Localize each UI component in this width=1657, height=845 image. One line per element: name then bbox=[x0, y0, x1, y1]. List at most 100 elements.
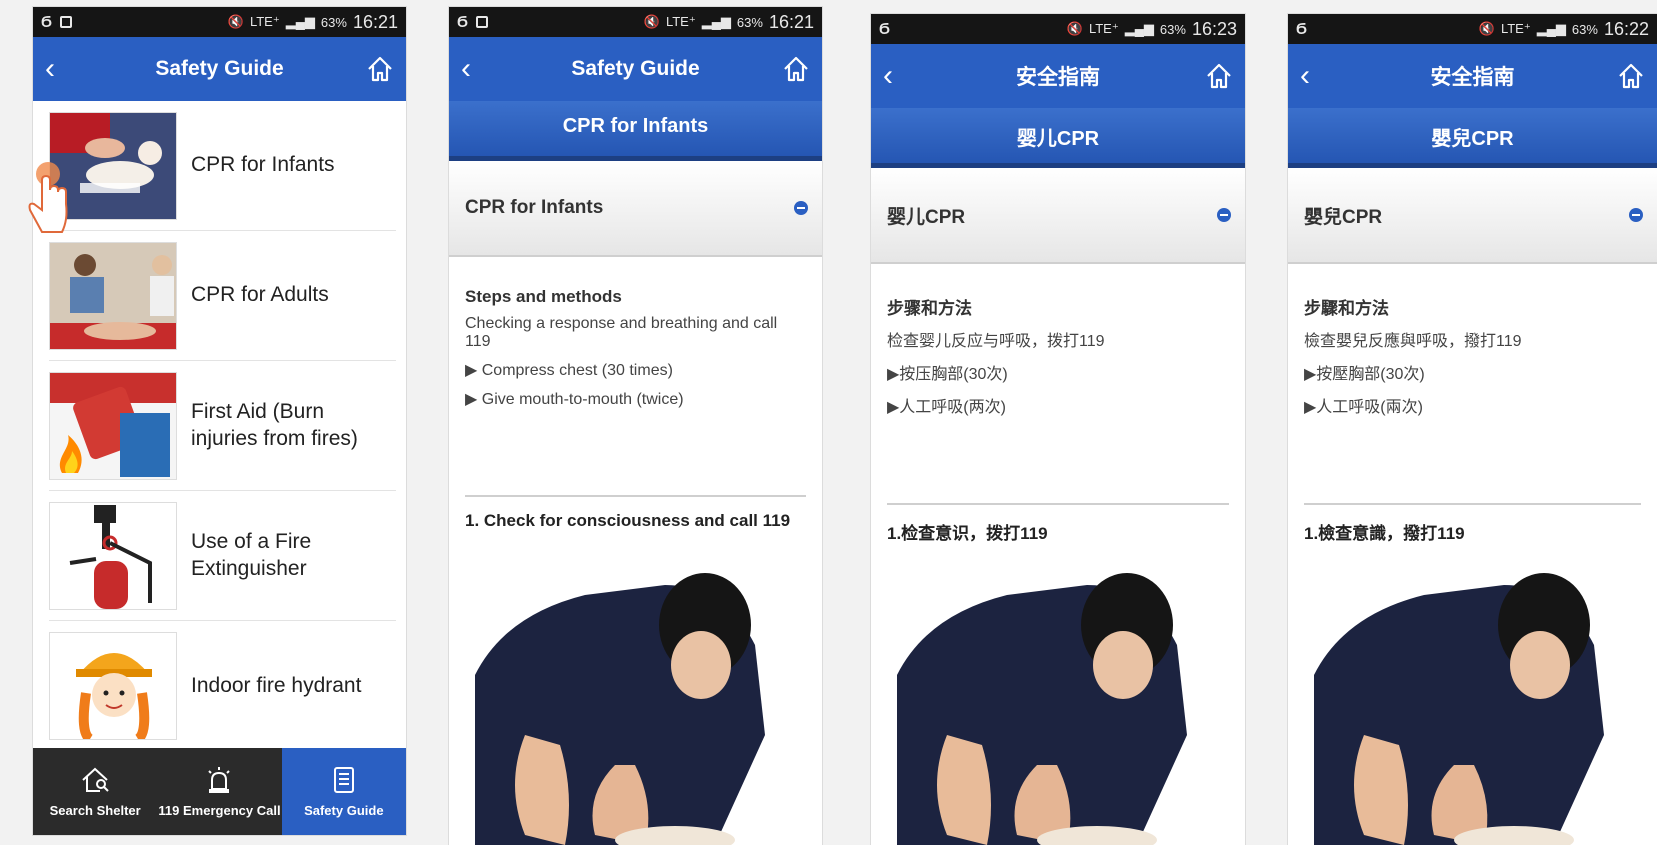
mute-icon: 🔇 bbox=[227, 14, 244, 29]
home-icon[interactable] bbox=[782, 55, 810, 83]
section-title: 嬰兒CPR bbox=[1304, 206, 1383, 228]
battery-level: 63% bbox=[1571, 21, 1598, 37]
status-bar: Ϭ 🔇 LTE⁺ ▂▄▆ 63% 16:21 bbox=[449, 7, 822, 37]
list-item-label: CPR for Adults bbox=[191, 283, 329, 307]
list-item-indoor-fire-hydrant[interactable]: Indoor fire hydrant bbox=[49, 621, 396, 751]
collapse-icon[interactable] bbox=[1217, 208, 1231, 222]
back-chevron-icon[interactable]: ‹ bbox=[45, 52, 73, 86]
firefighter-thumbnail bbox=[49, 632, 177, 740]
sub-title-bar: 嬰兒CPR bbox=[1288, 108, 1657, 168]
back-chevron-icon[interactable]: ‹ bbox=[461, 52, 489, 86]
home-icon[interactable] bbox=[1617, 62, 1645, 90]
list-item-cpr-infants[interactable]: CPR for Infants bbox=[49, 101, 396, 231]
fire-extinguisher-thumbnail bbox=[49, 501, 177, 610]
shelter-search-icon bbox=[82, 767, 109, 792]
steps-line: 檢查嬰兒反應與呼吸，撥打119 bbox=[1304, 333, 1522, 350]
clock: 16:21 bbox=[352, 11, 398, 32]
home-icon[interactable] bbox=[1205, 62, 1233, 90]
tab-emergency-call[interactable]: 119 Emergency Call bbox=[157, 748, 281, 835]
battery-level: 63% bbox=[736, 14, 763, 30]
page-title: 安全指南 bbox=[1430, 66, 1515, 89]
guide-list: CPR for Infants CPR for Adults First Aid… bbox=[33, 101, 406, 751]
section-header[interactable]: 嬰兒CPR bbox=[1288, 168, 1657, 264]
cpr-demo-photo bbox=[465, 555, 822, 845]
cpr-demo-photo bbox=[1304, 555, 1657, 845]
app-indicator-icon: Ϭ bbox=[879, 20, 891, 38]
mute-icon: 🔇 bbox=[643, 14, 660, 29]
collapse-icon[interactable] bbox=[1629, 208, 1643, 222]
sub-title-bar: 婴儿CPR bbox=[871, 108, 1245, 168]
gallery-icon bbox=[60, 16, 73, 28]
title-bar: ‹ 安全指南 bbox=[1288, 44, 1657, 108]
phone-screen-cpr-infants-zh-hant: Ϭ 🔇 LTE⁺ ▂▄▆ 63% 16:22 ‹ 安全指南 嬰兒CPR 嬰兒CP… bbox=[1288, 14, 1657, 845]
cpr-demo-photo bbox=[887, 555, 1245, 845]
mute-icon: 🔇 bbox=[1478, 21, 1495, 36]
app-indicator-icon: Ϭ bbox=[41, 13, 53, 31]
steps-title: 步驟和方法 bbox=[1304, 299, 1389, 318]
steps-line: ▶ Give mouth-to-mouth (twice) bbox=[465, 391, 684, 408]
mute-icon: 🔇 bbox=[1066, 21, 1083, 36]
list-item-cpr-adults[interactable]: CPR for Adults bbox=[49, 231, 396, 361]
collapse-icon[interactable] bbox=[794, 201, 808, 215]
cpr-adult-thumbnail bbox=[49, 241, 177, 350]
app-indicator-icon: Ϭ bbox=[1296, 20, 1308, 38]
status-bar: Ϭ 🔇 LTE⁺ ▂▄▆ 63% 16:22 bbox=[1288, 14, 1657, 44]
steps-line: ▶人工呼吸(两次) bbox=[887, 399, 1006, 416]
phone-screen-cpr-infants-zh-hans: Ϭ 🔇 LTE⁺ ▂▄▆ 63% 16:23 ‹ 安全指南 婴儿CPR 婴儿CP… bbox=[871, 14, 1245, 845]
step-heading: 1. Check for consciousness and call 119 bbox=[465, 511, 791, 530]
status-bar: Ϭ 🔇 LTE⁺ ▂▄▆ 63% 16:21 bbox=[33, 7, 406, 37]
steps-line: ▶按壓胸部(30次) bbox=[1304, 366, 1425, 383]
tab-label: 119 Emergency Call bbox=[158, 803, 281, 818]
phone-screen-cpr-infants-en: Ϭ 🔇 LTE⁺ ▂▄▆ 63% 16:21 ‹ Safety Guide CP… bbox=[449, 7, 822, 845]
list-item-label: Use of a Fire Extinguisher bbox=[191, 530, 312, 580]
network-indicator: LTE⁺ bbox=[665, 14, 696, 29]
network-indicator: LTE⁺ bbox=[1500, 21, 1531, 36]
page-title: 安全指南 bbox=[1016, 66, 1100, 89]
steps-block: 步骤和方法 检查婴儿反应与呼吸，拨打119 ▶按压胸部(30次) ▶人工呼吸(两… bbox=[871, 264, 1245, 417]
title-bar: ‹ 安全指南 bbox=[871, 44, 1245, 108]
phone-screen-safety-guide-list: Ϭ 🔇 LTE⁺ ▂▄▆ 63% 16:21 ‹ Safety Guide CP… bbox=[33, 7, 406, 835]
steps-block: Steps and methods Checking a response an… bbox=[449, 257, 822, 409]
back-chevron-icon[interactable]: ‹ bbox=[883, 59, 911, 93]
network-indicator: LTE⁺ bbox=[1088, 21, 1119, 36]
steps-block: 步驟和方法 檢查嬰兒反應與呼吸，撥打119 ▶按壓胸部(30次) ▶人工呼吸(兩… bbox=[1288, 264, 1657, 417]
steps-line: Checking a response and breathing and ca… bbox=[465, 315, 778, 350]
sub-title-bar: CPR for Infants bbox=[449, 101, 822, 161]
list-item-label: Indoor fire hydrant bbox=[191, 673, 362, 697]
clock: 16:22 bbox=[1603, 18, 1649, 39]
tab-search-shelter[interactable]: Search Shelter bbox=[33, 748, 157, 835]
steps-line: 检查婴儿反应与呼吸，拨打119 bbox=[887, 333, 1105, 350]
steps-line: ▶按压胸部(30次) bbox=[887, 366, 1008, 383]
steps-title: 步骤和方法 bbox=[887, 299, 972, 318]
back-chevron-icon[interactable]: ‹ bbox=[1300, 59, 1328, 93]
gallery-icon bbox=[476, 16, 489, 28]
list-item-label: First Aid (Burn injuries from fires) bbox=[191, 400, 358, 450]
tab-safety-guide[interactable]: Safety Guide bbox=[281, 748, 406, 835]
clock: 16:23 bbox=[1191, 18, 1237, 39]
tab-label: Safety Guide bbox=[304, 803, 384, 818]
steps-line: ▶ Compress chest (30 times) bbox=[465, 362, 673, 379]
list-item-fire-extinguisher[interactable]: Use of a Fire Extinguisher bbox=[49, 491, 396, 621]
step-heading: 1.檢查意識，撥打119 bbox=[1304, 524, 1465, 543]
guidebook-icon bbox=[333, 767, 354, 793]
home-icon[interactable] bbox=[366, 55, 394, 83]
battery-level: 63% bbox=[320, 14, 347, 30]
siren-icon bbox=[208, 767, 231, 793]
section-title: 婴儿CPR bbox=[887, 206, 966, 228]
page-title: Safety Guide bbox=[155, 57, 284, 80]
title-bar: ‹ Safety Guide bbox=[449, 37, 822, 101]
list-item-label: CPR for Infants bbox=[191, 153, 335, 177]
clock: 16:21 bbox=[768, 11, 814, 32]
status-bar: Ϭ 🔇 LTE⁺ ▂▄▆ 63% 16:23 bbox=[871, 14, 1245, 44]
section-header[interactable]: CPR for Infants bbox=[449, 161, 822, 257]
battery-level: 63% bbox=[1159, 21, 1186, 37]
section-title: CPR for Infants bbox=[465, 197, 604, 218]
tab-label: Search Shelter bbox=[49, 803, 141, 818]
signal-icon: ▂▄▆ bbox=[701, 14, 731, 29]
page-title: Safety Guide bbox=[571, 57, 700, 80]
first-aid-kit-thumbnail bbox=[49, 371, 177, 480]
signal-icon: ▂▄▆ bbox=[285, 14, 315, 29]
section-header[interactable]: 婴儿CPR bbox=[871, 168, 1245, 264]
list-item-first-aid-burn[interactable]: First Aid (Burn injuries from fires) bbox=[49, 361, 396, 491]
title-bar: ‹ Safety Guide bbox=[33, 37, 406, 101]
